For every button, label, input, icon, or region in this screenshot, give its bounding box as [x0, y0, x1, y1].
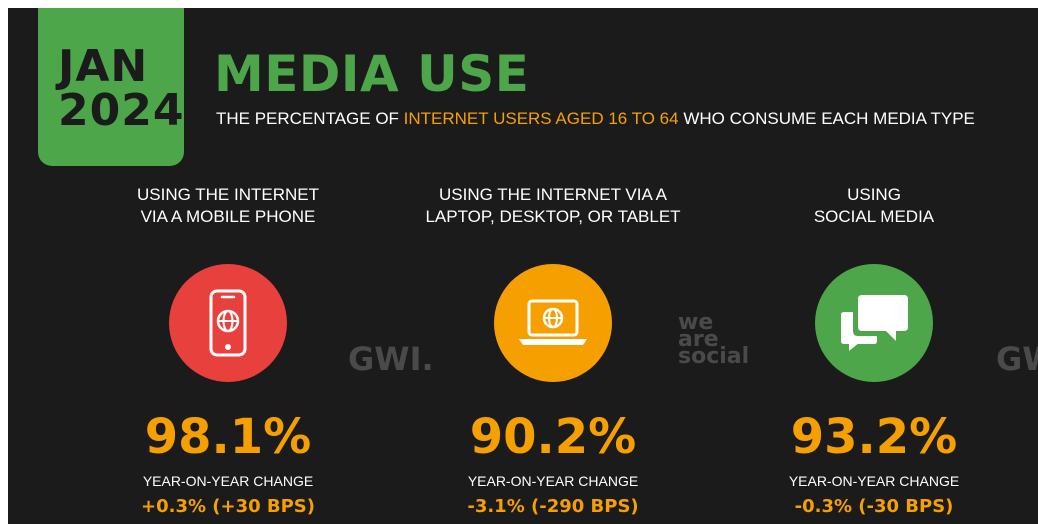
- stat-change: -0.3% (-30 BPS): [794, 496, 954, 517]
- date-year: 2024: [58, 85, 185, 136]
- stat-change: +0.3% (+30 BPS): [141, 496, 315, 517]
- subtitle-text: THE PERCENTAGE OF: [216, 109, 404, 128]
- subtitle-text-end: WHO CONSUME EACH MEDIA TYPE: [678, 109, 975, 128]
- stat-value: 93.2%: [790, 409, 958, 465]
- chat-bubbles-icon: [815, 264, 933, 382]
- stat-value: 90.2%: [469, 409, 637, 465]
- page-title: MEDIA USE: [214, 45, 530, 103]
- stat-change-label: YEAR-ON-YEAR CHANGE: [142, 473, 314, 489]
- stat-value: 98.1%: [144, 409, 312, 465]
- stat-mobile: USING THE INTERNET VIA A MOBILE PHONE 98…: [68, 184, 388, 518]
- infographic-panel: JAN 2024 MEDIA USE THE PERCENTAGE OF INT…: [8, 8, 1038, 524]
- stat-change-label: YEAR-ON-YEAR CHANGE: [467, 473, 639, 489]
- page-subtitle: THE PERCENTAGE OF INTERNET USERS AGED 16…: [216, 108, 975, 130]
- stat-social: USING SOCIAL MEDIA 93.2% YEAR-ON-YEAR CH…: [714, 184, 1034, 518]
- date-month: JAN: [58, 41, 149, 92]
- stat-label: USING THE INTERNET VIA A LAPTOP, DESKTOP…: [425, 185, 681, 226]
- stat-label: USING SOCIAL MEDIA: [813, 185, 935, 226]
- subtitle-highlight: INTERNET USERS AGED 16 TO 64: [403, 109, 679, 128]
- stat-change: -3.1% (-290 BPS): [467, 496, 639, 517]
- date-badge: JAN 2024: [38, 8, 184, 166]
- stat-change-label: YEAR-ON-YEAR CHANGE: [788, 473, 960, 489]
- stat-label: USING THE INTERNET VIA A MOBILE PHONE: [137, 185, 319, 226]
- mobile-phone-icon: [169, 264, 287, 382]
- stat-laptop: USING THE INTERNET VIA A LAPTOP, DESKTOP…: [393, 184, 713, 518]
- laptop-icon: [494, 264, 612, 382]
